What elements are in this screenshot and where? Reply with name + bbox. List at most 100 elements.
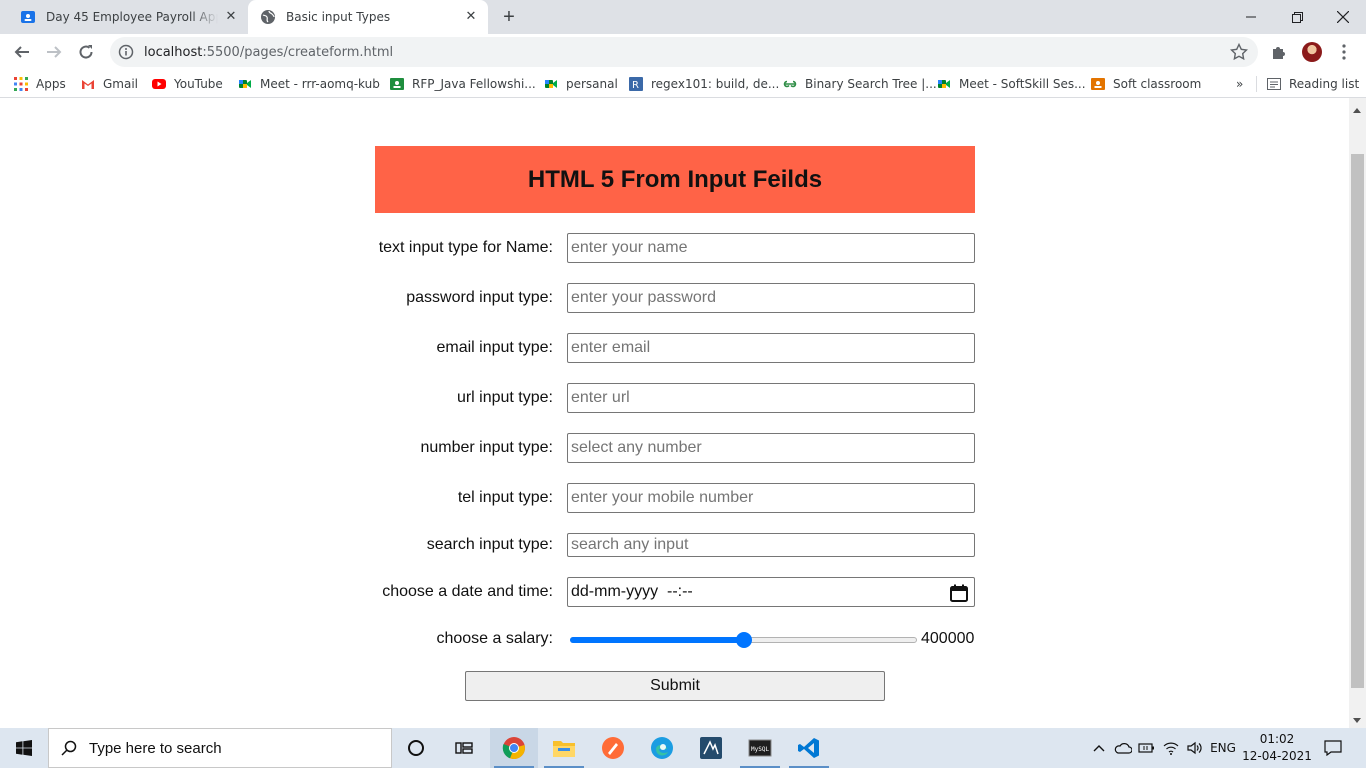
taskbar-search-box[interactable]: Type here to search [48, 728, 392, 768]
vscode-icon[interactable] [785, 728, 833, 768]
form-header: HTML 5 From Input Feilds [375, 146, 975, 213]
url-host: localhost [144, 44, 203, 60]
clock-time: 01:02 [1259, 732, 1295, 746]
edge-icon[interactable] [638, 728, 686, 768]
page-title: HTML 5 From Input Feilds [527, 165, 823, 193]
bookmark-persanal[interactable]: persanal [544, 76, 618, 92]
notification-icon[interactable] [1318, 728, 1348, 768]
bookmarks-overflow-chevron-icon[interactable]: » [1236, 76, 1243, 92]
extensions-puzzle-icon[interactable] [1267, 40, 1291, 64]
chrome-taskbar-icon[interactable] [490, 728, 538, 768]
wifi-icon[interactable] [1161, 728, 1181, 768]
bookmark-meet-1[interactable]: Meet - rrr-aomq-kub [238, 76, 380, 92]
url-label: url input type: [456, 389, 553, 406]
show-hidden-icons-chevron-icon[interactable] [1090, 728, 1108, 768]
tel-input[interactable] [567, 483, 975, 513]
new-tab-plus-icon[interactable]: + [498, 6, 520, 28]
battery-plug-icon[interactable] [1137, 728, 1157, 768]
reading-list-label: Reading list [1289, 77, 1360, 91]
bookmark-label: Gmail [103, 77, 139, 91]
restore-icon[interactable] [1274, 0, 1320, 34]
password-input[interactable] [567, 283, 975, 313]
bookmark-label: Binary Search Tree |... [805, 77, 937, 91]
postman-icon[interactable] [589, 728, 637, 768]
search-input[interactable] [567, 533, 975, 557]
cortana-circle-icon[interactable] [392, 728, 440, 768]
close-window-icon[interactable] [1320, 0, 1366, 34]
salary-slider[interactable] [570, 632, 917, 648]
datetime-label: choose a date and time: [382, 583, 553, 600]
mysql-workbench-icon[interactable] [687, 728, 735, 768]
svg-text:MySQL: MySQL [751, 746, 769, 753]
name-label: text input type for Name: [378, 239, 553, 256]
system-clock[interactable]: 01:02 12-04-2021 [1240, 731, 1314, 765]
name-input[interactable] [567, 233, 975, 263]
slider-thumb[interactable] [736, 632, 752, 648]
classroom-icon [390, 78, 404, 90]
bookmark-meet-softskill[interactable]: Meet - SoftSkill Ses... [937, 76, 1086, 92]
url-input[interactable] [567, 383, 975, 413]
back-arrow-icon[interactable] [8, 38, 36, 66]
password-label: password input type: [406, 289, 553, 306]
bookmark-gmail[interactable]: Gmail [81, 76, 138, 92]
minimize-icon[interactable] [1228, 0, 1274, 34]
scrollbar-thumb[interactable] [1351, 154, 1364, 688]
scroll-down-arrow-icon[interactable] [1353, 718, 1361, 723]
salary-label: choose a salary: [436, 630, 553, 647]
classroom-orange-icon [1091, 78, 1105, 90]
tab-employee-payroll[interactable]: Day 45 Employee Payroll App - A ✕ [8, 0, 248, 34]
bookmark-regex101[interactable]: R regex101: build, de... [629, 76, 779, 92]
volume-icon[interactable] [1185, 728, 1205, 768]
bookmark-youtube[interactable]: YouTube [152, 76, 223, 92]
bookmark-soft-classroom[interactable]: Soft classroom [1091, 76, 1201, 92]
tab-basic-input-types[interactable]: Basic input Types ✕ [248, 0, 488, 34]
windows-taskbar: Type here to search MySQL ENG 01:02 12-0… [0, 728, 1366, 768]
search-icon [61, 740, 77, 756]
bookmark-label: Meet - SoftSkill Ses... [959, 77, 1086, 91]
page-scrollbar[interactable] [1349, 98, 1366, 728]
bookmark-label: Soft classroom [1113, 77, 1202, 91]
email-input[interactable] [567, 333, 975, 363]
tel-label: tel input type: [457, 489, 553, 506]
bookmark-apps[interactable]: Apps [14, 76, 66, 92]
number-input[interactable] [567, 433, 975, 463]
meet-icon [938, 80, 950, 88]
address-bar[interactable]: localhost:5500/pages/createform.html [110, 37, 1258, 67]
bookmark-label: YouTube [174, 77, 223, 91]
search-label: search input type: [426, 536, 553, 553]
url-path: :5500/pages/createform.html [202, 44, 394, 60]
file-explorer-icon[interactable] [540, 728, 588, 768]
bookmark-label: Meet - rrr-aomq-kub [260, 77, 380, 91]
close-tab-icon[interactable]: ✕ [464, 10, 478, 24]
bookmarks-divider [1256, 76, 1257, 92]
url-text: localhost:5500/pages/createform.html [144, 45, 393, 60]
chrome-menu-icon[interactable] [1332, 40, 1356, 64]
language-indicator[interactable]: ENG [1208, 728, 1238, 768]
forward-arrow-icon[interactable] [40, 38, 68, 66]
info-icon[interactable] [118, 44, 134, 60]
globe-icon [261, 10, 275, 24]
profile-avatar[interactable] [1300, 40, 1324, 64]
submit-button[interactable]: Submit [465, 671, 885, 701]
bookmark-rfp-java[interactable]: RFP_Java Fellowshi... [390, 76, 536, 92]
bookmark-star-icon[interactable] [1230, 43, 1248, 61]
close-tab-icon[interactable]: ✕ [224, 10, 238, 24]
scroll-up-arrow-icon[interactable] [1353, 108, 1361, 113]
reload-icon[interactable] [72, 38, 100, 66]
clock-date: 12-04-2021 [1242, 749, 1312, 763]
mysql-terminal-icon[interactable]: MySQL [736, 728, 784, 768]
windows-start-icon[interactable] [0, 728, 48, 768]
google-doc-icon [21, 11, 35, 23]
gmail-icon [82, 80, 94, 89]
task-view-icon[interactable] [440, 728, 488, 768]
reading-list[interactable]: Reading list [1267, 76, 1359, 92]
tab-title: Day 45 Employee Payroll App - A [46, 10, 218, 24]
datetime-input[interactable]: dd-mm-yyyy --:-- [567, 577, 975, 607]
bookmarks-bar: Apps Gmail YouTube Meet - rrr-aomq-kub R… [0, 70, 1366, 98]
gfg-icon [783, 80, 797, 88]
onedrive-cloud-icon[interactable] [1113, 728, 1133, 768]
bookmark-binary-search-tree[interactable]: Binary Search Tree |... [783, 76, 937, 92]
calendar-icon[interactable] [949, 583, 969, 603]
meet-icon [239, 80, 251, 88]
bookmark-label: RFP_Java Fellowshi... [412, 77, 536, 91]
